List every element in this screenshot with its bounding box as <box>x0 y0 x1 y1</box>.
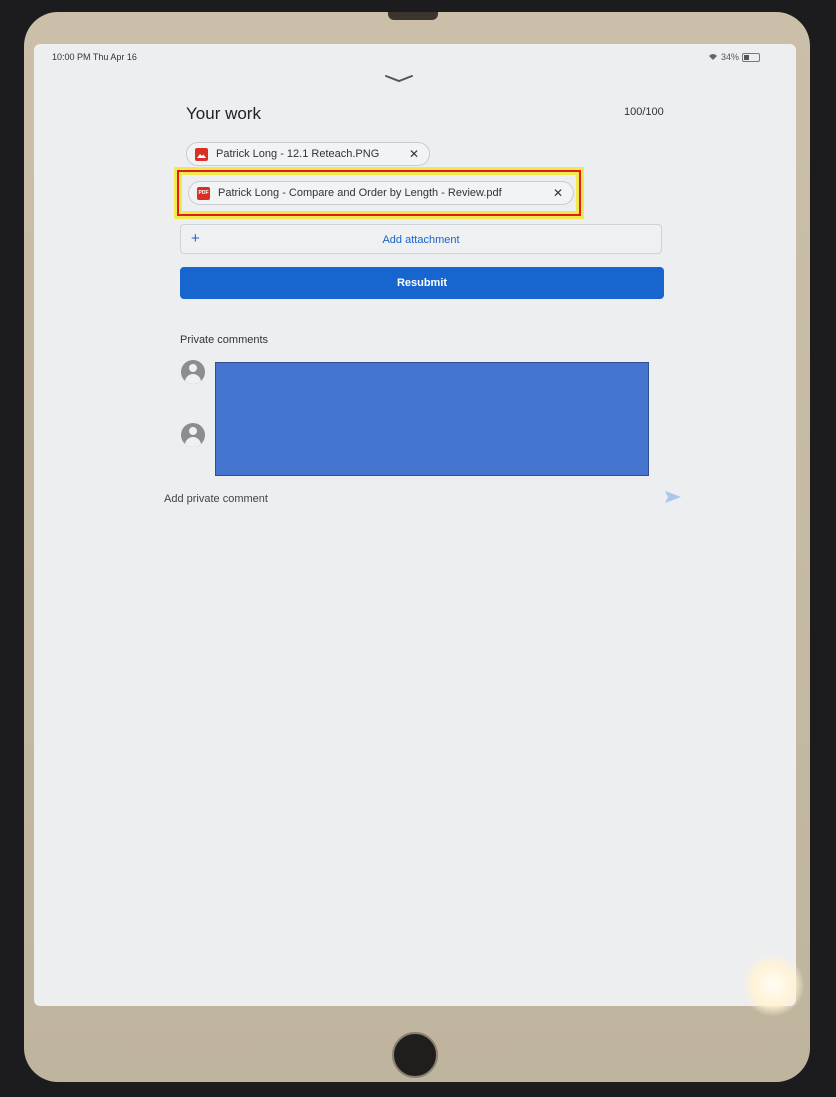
status-bar: 10:00 PM Thu Apr 16 34% <box>34 44 796 68</box>
close-icon[interactable]: ✕ <box>409 147 419 161</box>
add-attachment-button[interactable]: + Add attachment <box>180 224 662 254</box>
light-glare <box>742 954 804 1016</box>
wifi-icon <box>708 54 717 60</box>
comment-composer <box>164 490 684 510</box>
status-indicators: 34% <box>708 52 760 62</box>
battery-icon <box>742 52 760 62</box>
redaction-box <box>215 362 649 476</box>
tablet-device: 10:00 PM Thu Apr 16 34% Your work 100/10… <box>24 12 810 1082</box>
home-button[interactable] <box>392 1032 438 1078</box>
your-work-title: Your work <box>186 104 261 123</box>
private-comments-label: Private comments <box>180 334 269 346</box>
private-comment-input[interactable] <box>164 490 634 508</box>
chevron-down-icon[interactable] <box>384 74 414 84</box>
attachment-chip[interactable]: Patrick Long - 12.1 Reteach.PNG ✕ <box>186 142 430 166</box>
add-attachment-label: Add attachment <box>382 234 460 246</box>
attachment-name: Patrick Long - 12.1 Reteach.PNG <box>216 148 380 160</box>
send-icon[interactable] <box>664 488 682 506</box>
tablet-screen: 10:00 PM Thu Apr 16 34% Your work 100/10… <box>34 44 796 1006</box>
status-time: 10:00 PM Thu Apr 16 <box>52 52 137 62</box>
avatar <box>181 360 205 384</box>
avatar <box>181 423 205 447</box>
grade-score: 100/100 <box>624 106 664 118</box>
top-bezel-notch <box>388 12 438 20</box>
battery-percent: 34% <box>720 52 739 62</box>
highlight-annotation <box>177 170 581 216</box>
image-file-icon <box>195 147 208 161</box>
resubmit-button[interactable]: Resubmit <box>180 267 664 299</box>
